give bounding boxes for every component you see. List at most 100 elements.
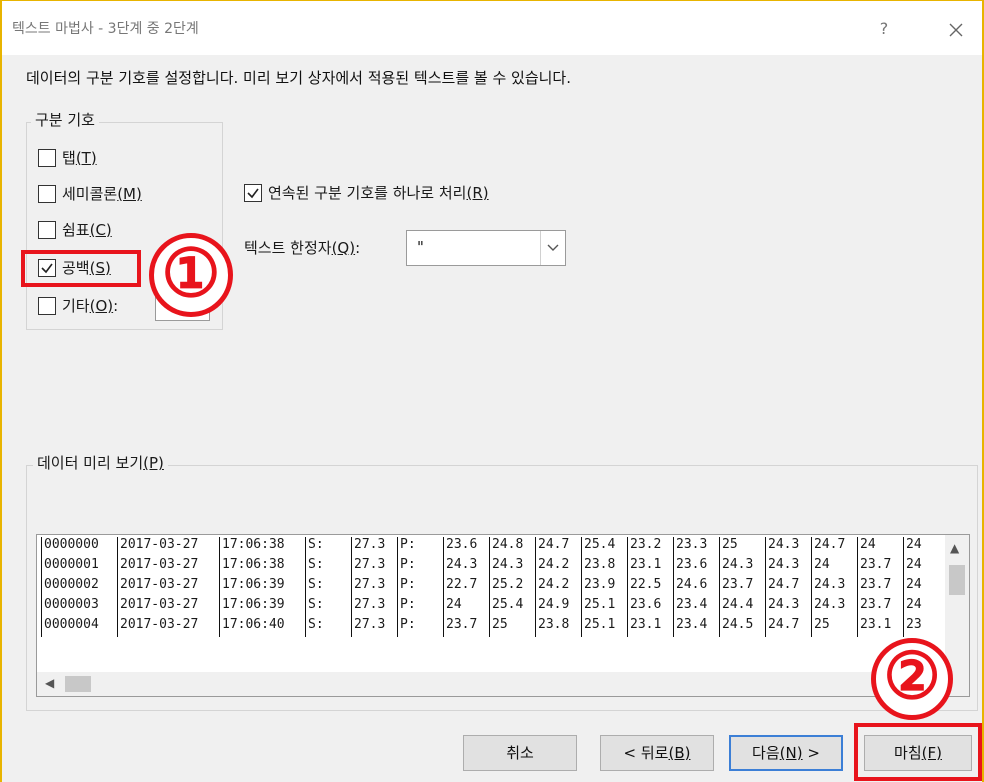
preview-cell: 23.1	[857, 617, 904, 637]
preview-cell: 0000001	[41, 557, 118, 577]
preview-cell: 24.3	[811, 577, 858, 597]
cancel-button[interactable]: 취소	[463, 735, 577, 771]
preview-cell: 17:06:38	[219, 537, 306, 557]
scroll-left-icon[interactable]: ◀	[45, 676, 54, 690]
next-button[interactable]: 다음(N) >	[729, 735, 843, 771]
dropdown-arrow[interactable]	[540, 231, 565, 265]
preview-cell: 24.3	[765, 557, 812, 577]
preview-cell: P:	[397, 617, 444, 637]
preview-cell: 23.6	[627, 597, 674, 617]
title-bar: 텍스트 마법사 - 3단계 중 2단계 ?	[2, 1, 982, 55]
checkbox-other[interactable]: 기타 (O):	[38, 295, 118, 316]
vertical-scrollbar[interactable]: ▲	[945, 535, 969, 673]
preview-cell: 23	[903, 617, 934, 637]
preview-cell: 23.4	[673, 617, 720, 637]
delimiter-group-legend: 구분 기호	[31, 109, 99, 130]
checkbox-semicolon-key: (M)	[117, 184, 142, 203]
text-wizard-dialog: 텍스트 마법사 - 3단계 중 2단계 ? 데이터의 구분 기호를 설정합니다.…	[0, 0, 984, 782]
close-button[interactable]	[936, 11, 976, 47]
next-button-label: 다음	[752, 744, 780, 762]
text-qualifier-key: (Q)	[331, 238, 356, 257]
preview-cell: 22.5	[627, 577, 674, 597]
next-button-suffix: >	[802, 744, 820, 762]
back-button-key: (B)	[668, 744, 691, 762]
checkbox-box[interactable]	[38, 220, 56, 239]
checkbox-comma-label: 쉼표	[62, 221, 90, 239]
checkbox-box[interactable]	[38, 184, 56, 203]
preview-cell: 24.7	[765, 617, 812, 637]
preview-cell: 24.6	[673, 577, 720, 597]
annotation-step2-badge: ②	[871, 638, 953, 720]
help-button[interactable]: ?	[864, 11, 904, 47]
checkbox-box[interactable]	[38, 296, 56, 315]
preview-cell: 0000000	[41, 537, 118, 557]
preview-cell: 2017-03-27	[117, 537, 220, 557]
chevron-down-icon	[547, 244, 559, 251]
checkbox-box[interactable]	[38, 148, 56, 167]
preview-cell: P:	[397, 557, 444, 577]
preview-cell: 23.3	[673, 537, 720, 557]
preview-cell: 22.7	[443, 577, 490, 597]
treat-consecutive-key: (R)	[466, 183, 489, 202]
scroll-thumb[interactable]	[949, 565, 965, 595]
preview-cell: 24.8	[489, 537, 536, 557]
checkbox-other-key: (O)	[89, 296, 114, 315]
preview-cell: 23.7	[857, 577, 904, 597]
checkmark-icon	[247, 188, 259, 198]
preview-cell: 24	[903, 577, 934, 597]
preview-cell: 23.1	[627, 557, 674, 577]
preview-cell: 23.2	[627, 537, 674, 557]
next-button-key: (N)	[779, 744, 803, 762]
preview-cell: 25.1	[581, 617, 628, 637]
horizontal-scrollbar[interactable]: ◀	[37, 672, 969, 696]
preview-cell: 17:06:39	[219, 597, 306, 617]
scroll-up-icon[interactable]: ▲	[950, 541, 959, 555]
checkbox-comma[interactable]: 쉼표 (C)	[38, 219, 112, 240]
preview-cell: 24	[903, 597, 934, 617]
preview-cell: 17:06:40	[219, 617, 306, 637]
preview-cell: 23.6	[673, 557, 720, 577]
text-qualifier-colon: :	[355, 238, 361, 257]
preview-cell: 23.1	[627, 617, 674, 637]
preview-cell: 23.7	[857, 557, 904, 577]
preview-cell: 25.1	[581, 597, 628, 617]
preview-cell: 25.4	[581, 537, 628, 557]
preview-cell: 2017-03-27	[117, 597, 220, 617]
checkbox-semicolon-label: 세미콜론	[62, 185, 118, 203]
data-preview[interactable]: 0000000 2017-03-27 17:06:38 S: 27.3 P: 23.6 24.…	[36, 534, 970, 697]
checkbox-tab-label: 탭	[62, 149, 76, 167]
preview-cell: 23.9	[581, 577, 628, 597]
preview-legend-key: (P)	[143, 454, 164, 472]
back-button[interactable]: < 뒤로(B)	[600, 735, 714, 771]
preview-cell: 24	[903, 537, 934, 557]
checkbox-treat-consecutive[interactable]: 연속된 구분 기호를 하나로 처리 (R)	[244, 182, 489, 203]
checkbox-box-checked[interactable]	[244, 183, 262, 202]
preview-cell: 24.2	[535, 557, 582, 577]
preview-row: 0000002 2017-03-27 17:06:39 S: 27.3 P: 22.7 25.…	[41, 577, 934, 597]
checkbox-other-label: 기타	[62, 297, 90, 315]
preview-cell: 25.4	[489, 597, 536, 617]
preview-cell: 24.3	[765, 597, 812, 617]
preview-cell: 24.9	[535, 597, 582, 617]
preview-cell: P:	[397, 597, 444, 617]
scroll-thumb[interactable]	[65, 676, 91, 692]
annotation-step1-badge: ①	[149, 233, 233, 317]
preview-cell: 24	[857, 537, 904, 557]
preview-cell: 23.7	[857, 597, 904, 617]
preview-cell: 0000002	[41, 577, 118, 597]
preview-cell: 27.3	[351, 537, 398, 557]
preview-cell: S:	[305, 597, 352, 617]
preview-cell: 24.5	[719, 617, 766, 637]
checkbox-tab[interactable]: 탭 (T)	[38, 147, 97, 168]
checkbox-semicolon[interactable]: 세미콜론 (M)	[38, 183, 142, 204]
preview-cell: 25.2	[489, 577, 536, 597]
treat-consecutive-label: 연속된 구분 기호를 하나로 처리	[268, 184, 467, 202]
preview-cell: 23.6	[443, 537, 490, 557]
preview-cell: 25	[811, 617, 858, 637]
preview-cell: 24.3	[811, 597, 858, 617]
preview-cell: 23.8	[581, 557, 628, 577]
text-qualifier-select[interactable]: "	[406, 230, 566, 266]
text-qualifier-value: "	[417, 238, 424, 256]
step-description: 데이터의 구분 기호를 설정합니다. 미리 보기 상자에서 적용된 텍스트를 볼…	[26, 69, 571, 87]
preview-cell: 17:06:39	[219, 577, 306, 597]
